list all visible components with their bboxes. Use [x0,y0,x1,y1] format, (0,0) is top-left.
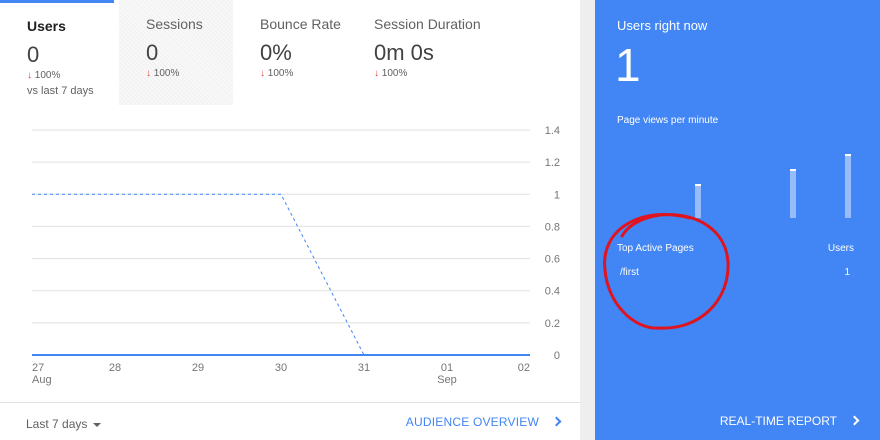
down-arrow-icon: ↓ [146,68,151,79]
date-range-label: Last 7 days [26,417,88,431]
page-views-bars [595,140,880,220]
tab-bounce-rate-value: 0% [260,40,292,65]
realtime-user-count: 1 [615,39,641,91]
x-tick-sublabel: Sep [437,374,457,386]
change-percent: 100% [381,68,408,79]
x-tick-label: 28 [109,362,121,374]
x-tick-label: 31 [358,362,370,374]
realtime-report-link[interactable]: REAL-TIME REPORT [719,414,860,428]
metric-tabs: Users 0 ↓ 100% vs last 7 days Sessions 0… [0,0,580,105]
change-percent: 100% [34,70,61,81]
x-tick-label: 01 [441,362,453,374]
down-arrow-icon: ↓ [374,68,379,79]
caret-down-icon [93,422,102,427]
bar-cap [790,169,796,171]
comparison-label: vs last 7 days [27,85,94,97]
tab-bounce-rate-change: ↓ 100% [260,68,347,79]
audience-footer: Last 7 days AUDIENCE OVERVIEW [0,402,580,440]
tab-bounce-rate[interactable]: Bounce Rate 0% ↓ 100% [233,0,347,105]
users-column-header: Users [827,243,854,254]
x-tick-sublabel: Aug [32,374,52,386]
audience-overview-label: AUDIENCE OVERVIEW [405,415,539,429]
tab-users-value: 0 [27,42,40,67]
page-views-bar [695,184,701,218]
x-tick-label: 02 [518,362,530,374]
bar-cap [845,154,851,156]
page-views-label: Page views per minute [617,115,719,126]
chart-canvas: 1.4 1.2 1 0.8 0.6 0.4 0.2 0 27Aug 28 29 30 31 01Sep 02 [32,125,560,386]
page-views-bar [790,169,796,218]
tab-sessions[interactable]: Sessions 0 ↓ 100% [119,0,233,105]
active-page-users: 1 [844,267,850,278]
y-tick-label: 0 [554,350,560,362]
tab-session-duration[interactable]: Session Duration 0m 0s ↓ 100% [347,0,497,105]
tab-session-duration-label: Session Duration [374,16,481,32]
realtime-card: Users right now 1 Page views per minute … [595,0,880,440]
tab-sessions-value: 0 [146,40,159,65]
y-tick-label: 0.4 [545,286,560,298]
date-range-dropdown[interactable]: Last 7 days [26,417,102,431]
y-tick-label: 1.4 [545,125,560,137]
page-views-bar [845,154,851,218]
tab-bounce-rate-label: Bounce Rate [260,16,341,32]
realtime-report-label: REAL-TIME REPORT [719,414,837,428]
x-tick-label: 29 [192,362,204,374]
previous-period-line [32,193,530,356]
audience-overview-link[interactable]: AUDIENCE OVERVIEW [405,415,562,429]
x-tick-label: 30 [275,362,287,374]
tab-sessions-change: ↓ 100% [146,68,233,79]
tab-session-duration-change: ↓ 100% [374,68,497,79]
tab-users[interactable]: Users 0 ↓ 100% vs last 7 days [0,0,114,105]
chevron-right-icon [849,415,860,426]
y-tick-label: 1.2 [545,157,560,169]
tab-session-duration-value: 0m 0s [374,40,434,65]
chevron-right-icon [551,416,562,427]
change-percent: 100% [267,68,294,79]
change-percent: 100% [153,68,180,79]
x-tick-label: 27 [32,362,44,374]
down-arrow-icon: ↓ [260,68,265,79]
y-tick-label: 0.8 [545,221,560,233]
down-arrow-icon: ↓ [27,70,32,81]
bar-cap [695,184,701,186]
audience-card: Users 0 ↓ 100% vs last 7 days Sessions 0… [0,0,580,440]
y-tick-label: 0.2 [545,318,560,330]
tab-sessions-label: Sessions [146,16,203,32]
top-active-pages-header: Top Active Pages [617,243,694,254]
realtime-title: Users right now [617,18,708,33]
active-page-path[interactable]: /first [620,267,639,278]
tab-users-label: Users [27,18,66,34]
users-line-chart: 1.4 1.2 1 0.8 0.6 0.4 0.2 0 27 Aug 28 29 30 31 01 Sep 02 [0,115,580,390]
y-tick-label: 1 [554,189,560,201]
y-tick-label: 0.6 [545,254,560,266]
tab-users-change: ↓ 100% [27,70,114,81]
